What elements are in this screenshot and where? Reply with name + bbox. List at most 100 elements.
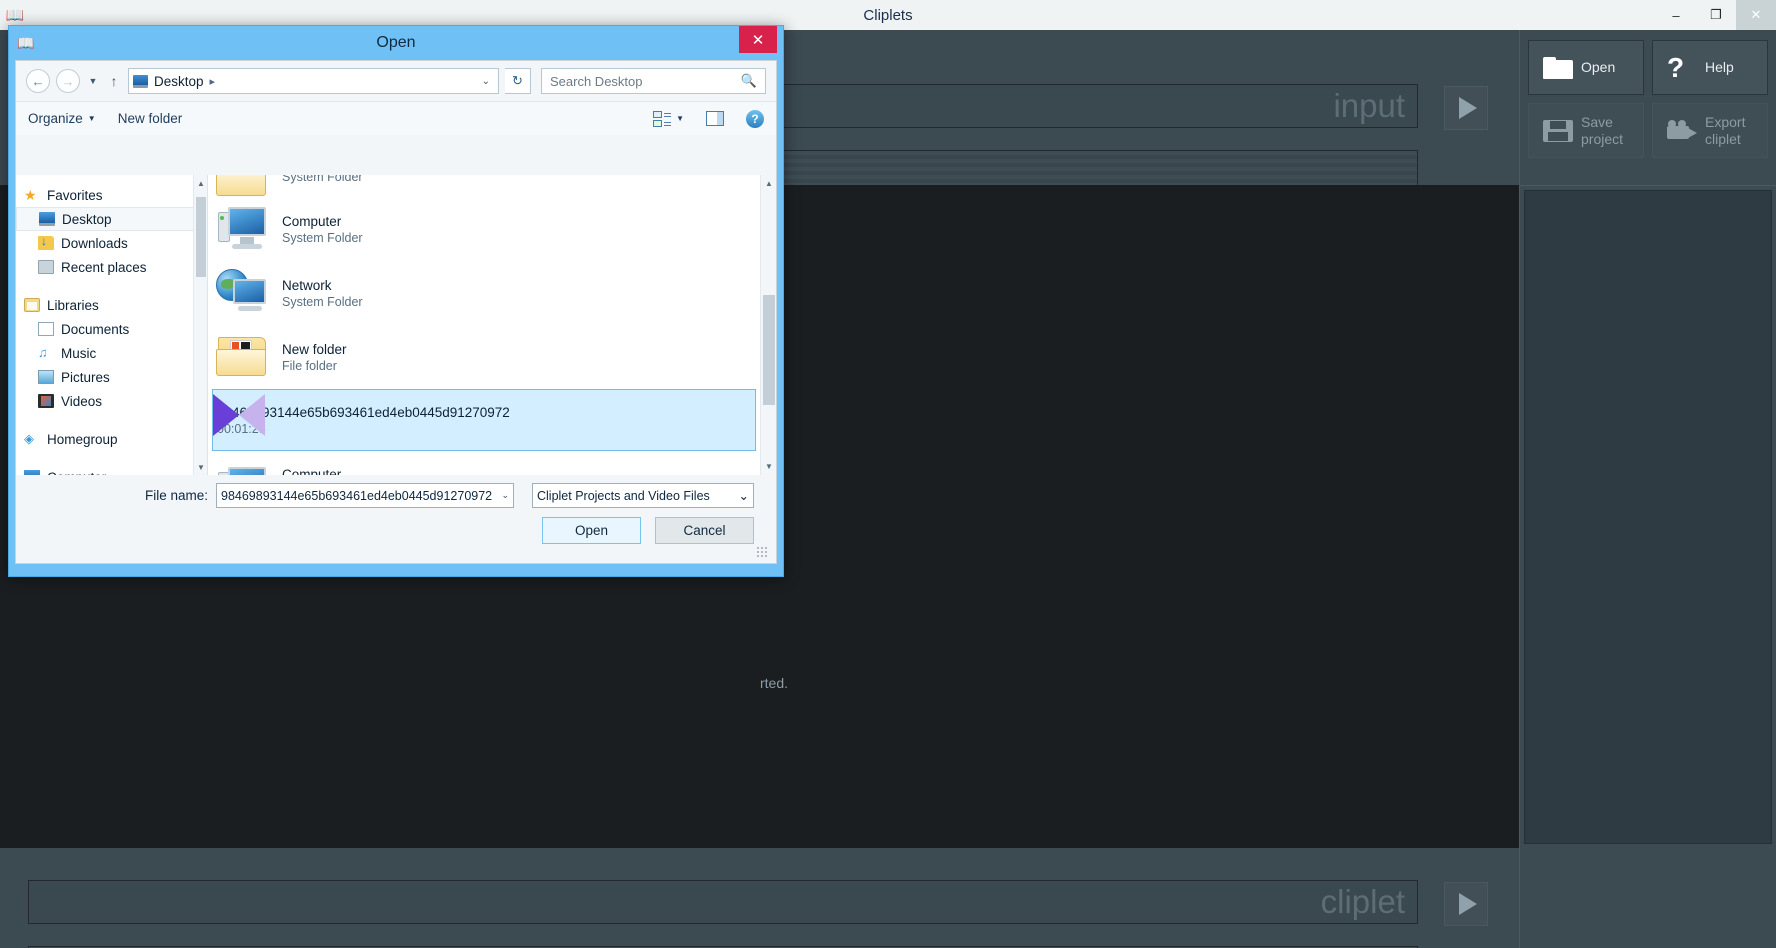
help-button[interactable]: ? Help: [1652, 40, 1768, 95]
scroll-down-icon[interactable]: ▼: [194, 459, 207, 475]
file-name-value: 98469893144e65b693461ed4eb0445d91270972: [221, 488, 493, 503]
sidebar-item-homegroup[interactable]: ◈ Homegroup: [16, 427, 207, 451]
sidebar-item-documents[interactable]: Documents: [16, 317, 207, 341]
search-icon: 🔍: [740, 73, 757, 88]
sidebar-item-pictures[interactable]: Pictures: [16, 365, 207, 389]
scrollbar-thumb[interactable]: [763, 295, 775, 405]
file-type-select[interactable]: Cliplet Projects and Video Files ⌄: [532, 483, 754, 508]
desktop-icon: [39, 212, 55, 226]
save-project-button[interactable]: Save project: [1528, 103, 1644, 158]
sidebar-item-label: Favorites: [47, 187, 103, 203]
search-input[interactable]: Search Desktop 🔍: [541, 68, 766, 94]
cancel-button[interactable]: Cancel: [655, 517, 754, 544]
list-item-sub: System Folder: [282, 175, 363, 184]
change-view-button[interactable]: ▼: [653, 110, 684, 127]
dialog-footer: File name: 98469893144e65b693461ed4eb044…: [16, 475, 776, 563]
scroll-down-icon[interactable]: ▼: [761, 458, 776, 475]
chevron-down-icon[interactable]: ▼: [86, 76, 100, 86]
change-view-icon: [653, 110, 672, 127]
folder-icon: [1543, 55, 1573, 81]
dialog-navigation-bar: ← → ▼ ↑ Desktop ▸ ⌄ ↻ Search Desktop 🔍: [16, 61, 776, 101]
music-icon: ♫: [38, 345, 48, 360]
dialog-buttons: Open Cancel: [16, 508, 776, 544]
desktop-icon: [133, 74, 148, 88]
videos-icon: [38, 394, 54, 408]
shortcut-icon: ↗: [216, 463, 270, 475]
new-folder-button[interactable]: New folder: [118, 111, 183, 126]
downloads-icon: [38, 234, 54, 250]
input-play-button[interactable]: [1444, 86, 1488, 130]
dialog-title: Open: [376, 34, 416, 51]
breadcrumb[interactable]: Desktop ▸ ⌄: [128, 68, 499, 94]
up-button[interactable]: ↑: [106, 73, 122, 89]
save-icon: [1543, 118, 1573, 144]
sidebar-item-downloads[interactable]: Downloads: [16, 231, 207, 255]
dialog-help-button[interactable]: ?: [746, 109, 764, 128]
back-button[interactable]: ←: [26, 69, 50, 93]
question-icon: ?: [1667, 51, 1685, 83]
list-item[interactable]: 98469893144e65b693461ed4eb0445d91270972 …: [212, 389, 756, 451]
chevron-down-icon[interactable]: ⌄: [482, 76, 494, 87]
navigation-pane: ★ Favorites Desktop Downloads Recent pla…: [16, 175, 208, 475]
scroll-up-icon[interactable]: ▲: [761, 175, 776, 192]
export-cliplet-label: Export cliplet: [1705, 114, 1746, 147]
status-text: rted.: [760, 675, 789, 691]
sidebar-item-label: Documents: [61, 321, 130, 337]
breadcrumb-separator[interactable]: ▸: [210, 75, 216, 88]
list-item[interactable]: ↗ Computer Shortcut 355 bytes: [212, 457, 756, 475]
file-name-input[interactable]: 98469893144e65b693461ed4eb0445d91270972 …: [216, 483, 514, 508]
close-button[interactable]: ✕: [1736, 0, 1776, 30]
preview-pane-icon: [706, 111, 724, 126]
refresh-button[interactable]: ↻: [505, 68, 531, 94]
forward-button[interactable]: →: [56, 69, 80, 93]
maximize-button[interactable]: ❐: [1696, 0, 1736, 30]
cliplet-panel: cliplet: [0, 848, 1519, 948]
navigation-pane-scrollbar[interactable]: ▲ ▼: [193, 175, 207, 475]
sidebar-item-desktop[interactable]: Desktop: [16, 207, 207, 231]
file-list: System Folder Computer System Folder Net…: [208, 175, 776, 475]
camera-icon: [1667, 119, 1697, 146]
chevron-down-icon[interactable]: ⌄: [497, 490, 509, 501]
list-item-name: Network: [282, 277, 332, 293]
open-button[interactable]: Open: [1528, 40, 1644, 95]
chevron-down-icon[interactable]: ⌄: [739, 488, 749, 503]
list-item[interactable]: Network System Folder: [212, 261, 756, 325]
chevron-down-icon: ▼: [676, 114, 684, 123]
scroll-up-icon[interactable]: ▲: [194, 175, 207, 191]
list-item-name: Computer: [282, 466, 342, 475]
export-cliplet-button[interactable]: Export cliplet: [1652, 103, 1768, 158]
sidebar-item-videos[interactable]: Videos: [16, 389, 207, 413]
breadcrumb-label[interactable]: Desktop: [154, 74, 204, 89]
sidebar-item-music[interactable]: ♫ Music: [16, 341, 207, 365]
list-item[interactable]: Computer System Folder: [212, 197, 756, 261]
organize-button[interactable]: Organize ▼: [28, 111, 96, 126]
right-side-panel-inner[interactable]: [1524, 190, 1772, 844]
sidebar-item-libraries[interactable]: Libraries: [16, 293, 207, 317]
organize-label: Organize: [28, 111, 83, 126]
sidebar-item-label: Videos: [61, 393, 103, 409]
sidebar-item-recent-places[interactable]: Recent places: [16, 255, 207, 279]
resize-grip[interactable]: [757, 547, 768, 558]
minimize-button[interactable]: –: [1656, 0, 1696, 30]
chevron-down-icon: ▼: [87, 114, 96, 123]
right-side-panel: [1519, 185, 1776, 848]
file-list-scrollbar[interactable]: ▲ ▼: [760, 175, 776, 475]
open-button[interactable]: Open: [542, 517, 641, 544]
sidebar-item-label: Music: [61, 345, 97, 361]
open-button-label: Open: [1581, 59, 1616, 76]
documents-icon: [38, 322, 54, 336]
sidebar-item-label: Recent places: [61, 259, 147, 275]
sidebar-item-favorites[interactable]: ★ Favorites: [16, 183, 207, 207]
cliplet-timeline[interactable]: cliplet: [28, 880, 1418, 924]
cliplet-play-button[interactable]: [1444, 882, 1488, 926]
sidebar-item-computer[interactable]: Computer: [16, 465, 207, 475]
video-file-icon: [213, 394, 265, 436]
list-item[interactable]: New folder File folder: [212, 325, 756, 389]
recent-places-icon: [38, 260, 54, 274]
dialog-close-button[interactable]: ✕: [739, 26, 777, 53]
preview-pane-button[interactable]: [706, 111, 724, 126]
folder-icon: [216, 331, 270, 383]
scrollbar-thumb[interactable]: [196, 197, 206, 277]
